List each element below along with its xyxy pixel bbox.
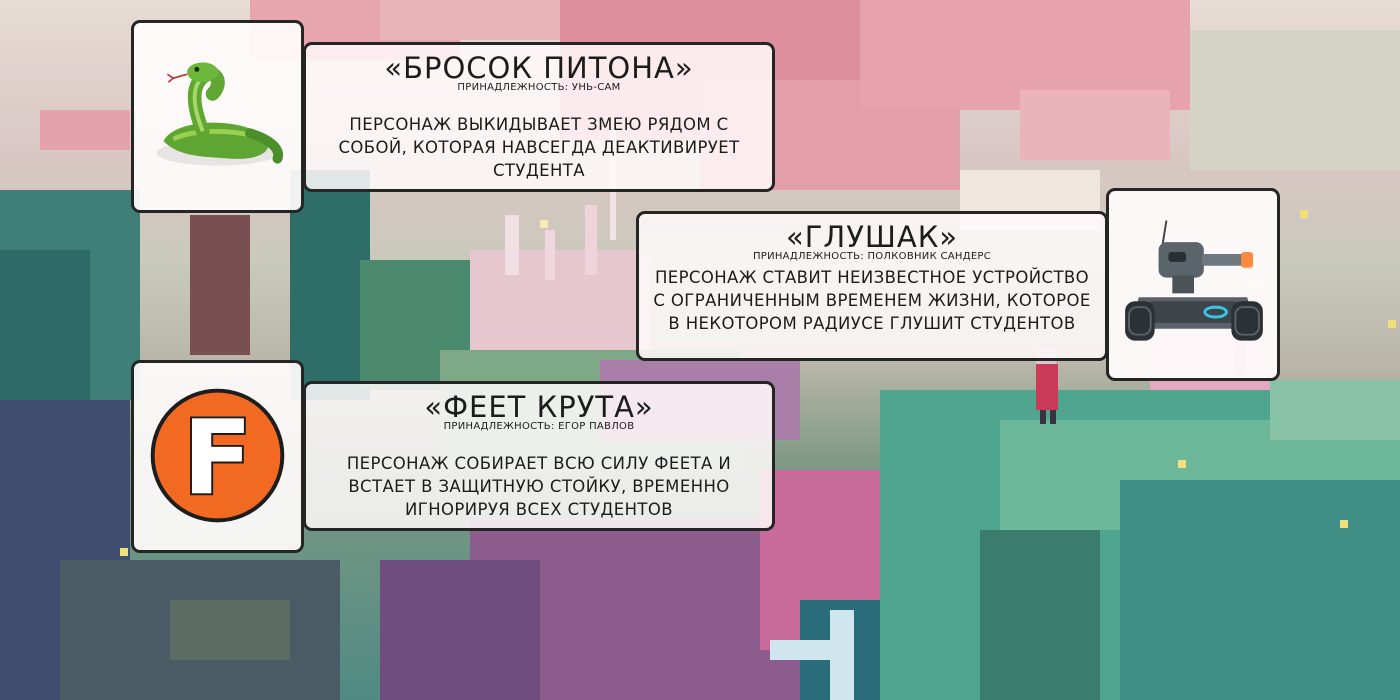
ability-icon-card-python [131, 20, 304, 213]
ability-title: «БРОСОК ПИТОНА» [384, 51, 694, 85]
ability-owner: ПРИНАДЛЕЖНОСТЬ: УНЬ-САМ [457, 82, 621, 93]
ability-icon-card-feet: F [131, 360, 304, 553]
ability-title: «ФЕЕТ КРУТА» [424, 390, 654, 424]
ability-owner: ПРИНАДЛЕЖНОСТЬ: ПОЛКОВНИК САНДЕРС [752, 251, 992, 262]
ability-icon-card-jammer [1106, 188, 1280, 381]
ability-description: ПЕРСОНАЖ СТАВИТ НЕИЗВЕСТНОЕ УСТРОЙСТВО С… [653, 268, 1091, 333]
robot-tank-icon [1125, 220, 1263, 341]
ability-title: «ГЛУШАК» [785, 220, 959, 254]
ability-description: ПЕРСОНАЖ ВЫКИДЫВАЕТ ЗМЕЮ РЯДОМ С СОБОЙ, … [338, 115, 740, 180]
snake-icon [156, 62, 284, 166]
ability-description: ПЕРСОНАЖ СОБИРАЕТ ВСЮ СИЛУ ФЕЕТА И ВСТАЕ… [346, 454, 732, 519]
letter-f-badge-icon: F [150, 388, 285, 523]
ability-card-python: «БРОСОК ПИТОНА» ПРИНАДЛЕЖНОСТЬ: УНЬ-САМ … [303, 42, 775, 192]
ability-card-feet: «ФЕЕТ КРУТА» ПРИНАДЛЕЖНОСТЬ: ЕГОР ПАВЛОВ… [303, 381, 775, 531]
badge-letter: F [183, 399, 253, 518]
ability-owner: ПРИНАДЛЕЖНОСТЬ: ЕГОР ПАВЛОВ [443, 421, 635, 432]
ability-card-jammer: «ГЛУШАК» ПРИНАДЛЕЖНОСТЬ: ПОЛКОВНИК САНДЕ… [636, 211, 1108, 361]
